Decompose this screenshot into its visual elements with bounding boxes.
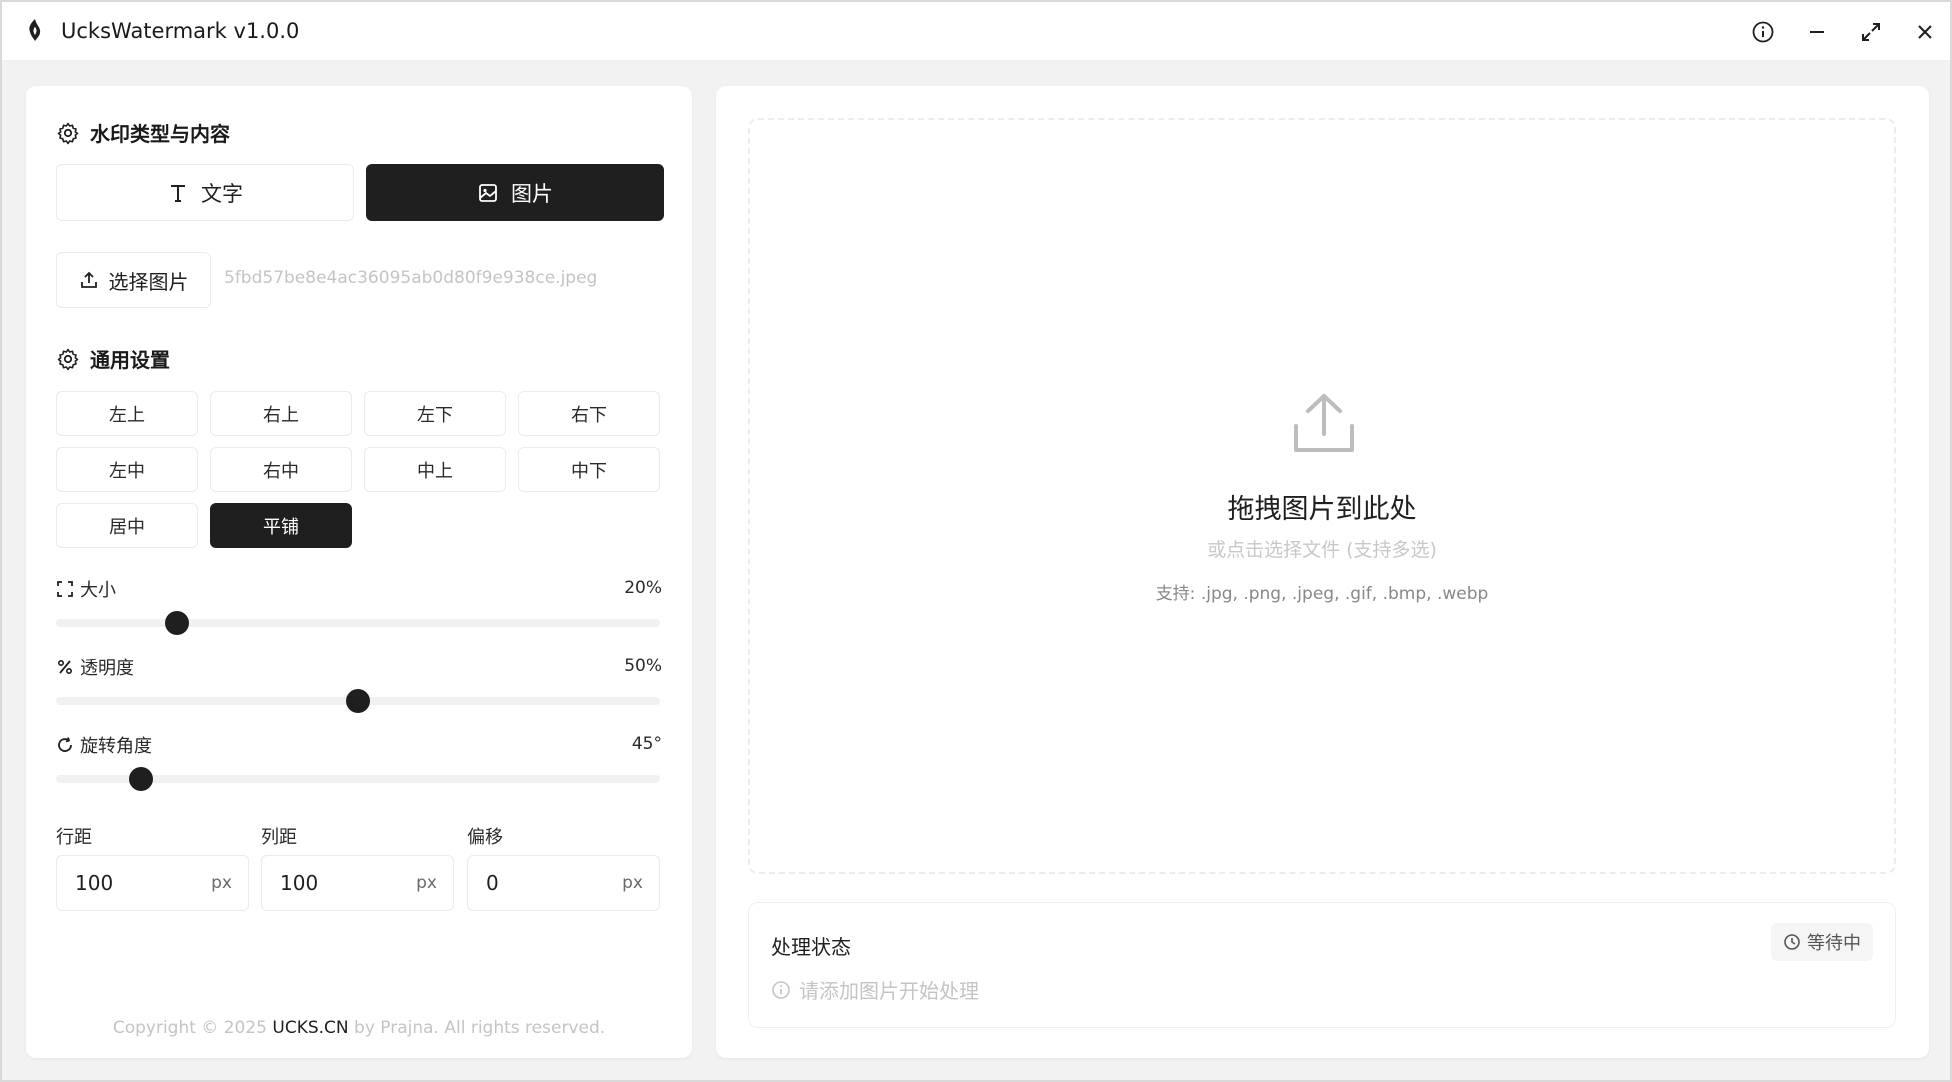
status-title: 处理状态 [771,935,851,959]
rotation-value: 45° [631,734,662,754]
rotation-slider-thumb[interactable] [128,767,153,791]
preview-panel: 拖拽图片到此处 或点击选择文件 (支持多选) 支持: .jpg, .png, .… [716,86,1929,1058]
type-image-button[interactable]: 图片 [366,164,664,221]
size-label-text: 大小 [80,580,116,601]
opacity-slider[interactable] [56,689,660,713]
position-label: 中下 [571,460,607,482]
brand-link[interactable]: UCKS.CN [272,1018,348,1038]
gear-icon [57,348,79,370]
position-label: 平铺 [263,516,299,538]
opacity-label-text: 透明度 [80,658,134,679]
position-bottom-right[interactable]: 右下 [518,391,660,436]
text-icon [171,184,185,202]
maximize-button[interactable] [1851,14,1891,50]
type-text-label: 文字 [201,181,243,206]
type-text-button[interactable]: 文字 [56,164,354,221]
unit-label: px [211,873,232,893]
column-spacing-input[interactable]: 100 px [261,855,454,911]
dropzone-subtitle: 或点击选择文件 (支持多选) [1207,539,1437,561]
position-label: 右中 [263,460,299,482]
select-image-button[interactable]: 选择图片 [56,252,211,308]
watermark-type-heading: 水印类型与内容 [56,118,230,147]
maximize-icon [1862,23,1880,41]
status-badge: 等待中 [1771,923,1873,961]
status-card: 处理状态 等待中 请添加图片开始处理 [748,902,1896,1028]
image-dropzone[interactable]: 拖拽图片到此处 或点击选择文件 (支持多选) 支持: .jpg, .png, .… [748,118,1896,874]
size-value: 20% [624,578,662,598]
offset-value: 0 [486,871,499,895]
copyright-suffix: by Prajna. All rights reserved. [348,1018,606,1038]
upload-icon [80,271,97,288]
rotation-slider[interactable] [56,767,660,791]
position-middle-right[interactable]: 右中 [210,447,352,492]
position-label: 左中 [109,460,145,482]
close-icon [1918,25,1932,39]
size-slider-thumb[interactable] [164,611,189,635]
row-spacing-value: 100 [75,871,114,895]
copyright-footer: Copyright © 2025 UCKS.CN by Prajna. All … [26,1018,692,1038]
image-icon [479,183,497,202]
opacity-value: 50% [624,656,662,676]
rotation-label: 旋转角度 [56,732,152,758]
percent-icon [57,659,73,675]
unit-label: px [416,873,437,893]
position-top-left[interactable]: 左上 [56,391,198,436]
gear-icon [57,122,79,144]
position-label: 中上 [417,460,453,482]
dropzone-title: 拖拽图片到此处 [1227,494,1417,525]
status-message-text: 请添加图片开始处理 [799,979,979,1003]
offset-label: 偏移 [467,827,503,848]
app-title: UcksWatermark v1.0.0 [61,19,300,43]
copyright-prefix: Copyright © 2025 [112,1018,273,1038]
offset-input[interactable]: 0 px [467,855,660,911]
position-bottom-left[interactable]: 左下 [364,391,506,436]
info-icon [772,980,790,999]
position-label: 居中 [109,516,145,538]
position-label: 左上 [109,404,145,426]
position-center[interactable]: 居中 [56,503,198,548]
size-label: 大小 [56,576,116,602]
position-top-right[interactable]: 右上 [210,391,352,436]
dropzone-formats: 支持: .jpg, .png, .jpeg, .gif, .bmp, .webp [1155,584,1489,604]
position-label: 左下 [417,404,453,426]
upload-icon [1294,394,1354,452]
rotate-icon [58,737,72,752]
status-badge-text: 等待中 [1807,933,1861,954]
position-middle-left[interactable]: 左中 [56,447,198,492]
clock-icon [1784,934,1800,950]
app-window: UcksWatermark v1.0.0 水印类型与内容 文字 图片 选择图片 … [0,0,1952,1082]
settings-panel: 水印类型与内容 文字 图片 选择图片 5fbd57be8e4ac36095ab0… [26,86,692,1058]
general-settings-heading: 通用设置 [56,344,170,373]
opacity-label: 透明度 [56,654,134,680]
expand-icon [57,581,73,597]
opacity-slider-thumb[interactable] [346,689,370,713]
info-icon [1752,21,1774,43]
position-bottom-center[interactable]: 中下 [518,447,660,492]
size-slider[interactable] [56,611,660,635]
select-image-label: 选择图片 [108,269,189,294]
type-image-label: 图片 [511,181,553,206]
selected-file-name: 5fbd57be8e4ac36095ab0d80f9e938ce.jpeg [224,268,598,288]
position-label: 右上 [263,404,299,426]
title-bar: UcksWatermark v1.0.0 [2,2,1950,60]
status-message: 请添加图片开始处理 [771,975,979,1004]
minimize-button[interactable] [1797,14,1837,50]
unit-label: px [622,873,643,893]
info-button[interactable] [1743,14,1783,50]
close-button[interactable] [1905,14,1945,50]
column-spacing-value: 100 [280,871,319,895]
section-title-text: 水印类型与内容 [90,122,230,146]
position-label: 右下 [571,404,607,426]
minimize-icon [1810,31,1824,33]
row-spacing-label: 行距 [56,827,92,848]
row-spacing-input[interactable]: 100 px [56,855,249,911]
column-spacing-label: 列距 [261,827,297,848]
section-title-text: 通用设置 [90,348,170,372]
position-tile[interactable]: 平铺 [210,503,352,548]
app-logo-icon [29,19,41,41]
position-top-center[interactable]: 中上 [364,447,506,492]
rotation-label-text: 旋转角度 [80,736,152,757]
